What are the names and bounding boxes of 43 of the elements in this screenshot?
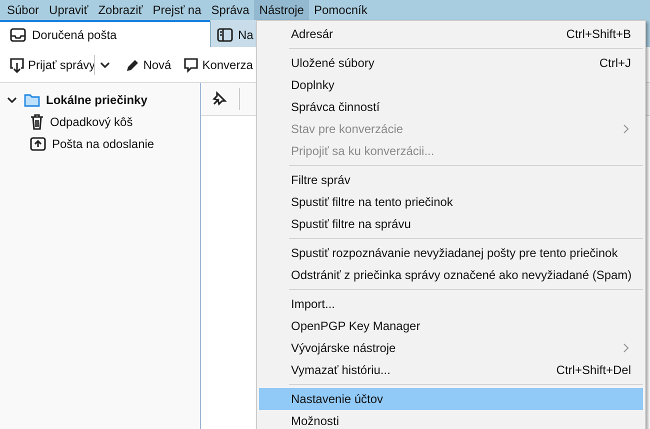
menu-item[interactable]: Spustiť rozpoznávanie nevyžiadanej pošty pre tento priečinok bbox=[259, 242, 643, 264]
shortcut-label: Ctrl+J bbox=[599, 55, 631, 71]
menu-item[interactable]: Vymazať históriu... Ctrl+Shift+Del bbox=[259, 359, 643, 381]
toolbar-button[interactable]: Prijať správy bbox=[6, 54, 98, 76]
toolbar-button[interactable]: Konverza bbox=[180, 54, 256, 76]
upload-tray-icon bbox=[30, 136, 46, 152]
menu-item[interactable]: Pomocník bbox=[308, 0, 372, 20]
speech-bubble-icon bbox=[183, 56, 200, 72]
tab[interactable]: Doručená pošta bbox=[0, 20, 210, 47]
menu-item[interactable]: Uložené súbory Ctrl+J bbox=[259, 52, 643, 74]
menu-item[interactable]: Správa bbox=[206, 0, 254, 20]
menu-item[interactable]: Zobraziť bbox=[93, 0, 148, 20]
inbox-icon bbox=[10, 28, 26, 42]
shortcut-label: Ctrl+Shift+Del bbox=[556, 362, 631, 378]
menu-item[interactable]: Adresár Ctrl+Shift+B bbox=[259, 23, 643, 45]
pin-icon[interactable] bbox=[211, 91, 227, 107]
pencil-icon bbox=[126, 58, 140, 72]
menu-item[interactable]: Doplnky bbox=[259, 74, 643, 96]
folder-item[interactable]: Lokálne priečinky bbox=[0, 89, 200, 111]
menu-item[interactable]: Vývojárske nástroje bbox=[259, 337, 643, 359]
menu-item[interactable]: Súbor bbox=[2, 0, 44, 20]
folder-item[interactable]: Pošta na odoslanie bbox=[0, 133, 200, 155]
folder-icon bbox=[24, 93, 40, 107]
trash-icon bbox=[30, 114, 44, 130]
menu-item[interactable]: Spustiť filtre na správu bbox=[259, 213, 643, 235]
menu-item[interactable]: Import... bbox=[259, 293, 643, 315]
toolbar-button[interactable]: Nová bbox=[123, 54, 174, 74]
menu-item[interactable]: Nastavenie účtov bbox=[259, 388, 643, 410]
folder-item[interactable]: Odpadkový kôš bbox=[0, 111, 200, 133]
download-icon bbox=[9, 56, 25, 72]
menu-item[interactable]: Prejsť na bbox=[148, 0, 206, 20]
panel-icon bbox=[217, 28, 233, 42]
menu-item[interactable]: Upraviť bbox=[44, 0, 94, 20]
menu-item[interactable]: Možnosti bbox=[259, 410, 643, 429]
menu-item[interactable]: Spustiť filtre na tento priečinok bbox=[259, 191, 643, 213]
shortcut-label: Ctrl+Shift+B bbox=[566, 26, 631, 42]
menu-item[interactable]: Správca činností bbox=[259, 96, 643, 118]
chevron-down-icon[interactable] bbox=[99, 60, 112, 68]
menu-item[interactable]: Odstrániť z priečinka správy označené ako nevyžiadané (Spam) bbox=[259, 264, 643, 286]
menu-item[interactable]: Nástroje bbox=[254, 0, 309, 20]
menu-item[interactable]: OpenPGP Key Manager bbox=[259, 315, 643, 337]
menu-item[interactable]: Filtre správ bbox=[259, 169, 643, 191]
chevron-down-icon[interactable] bbox=[6, 96, 18, 104]
